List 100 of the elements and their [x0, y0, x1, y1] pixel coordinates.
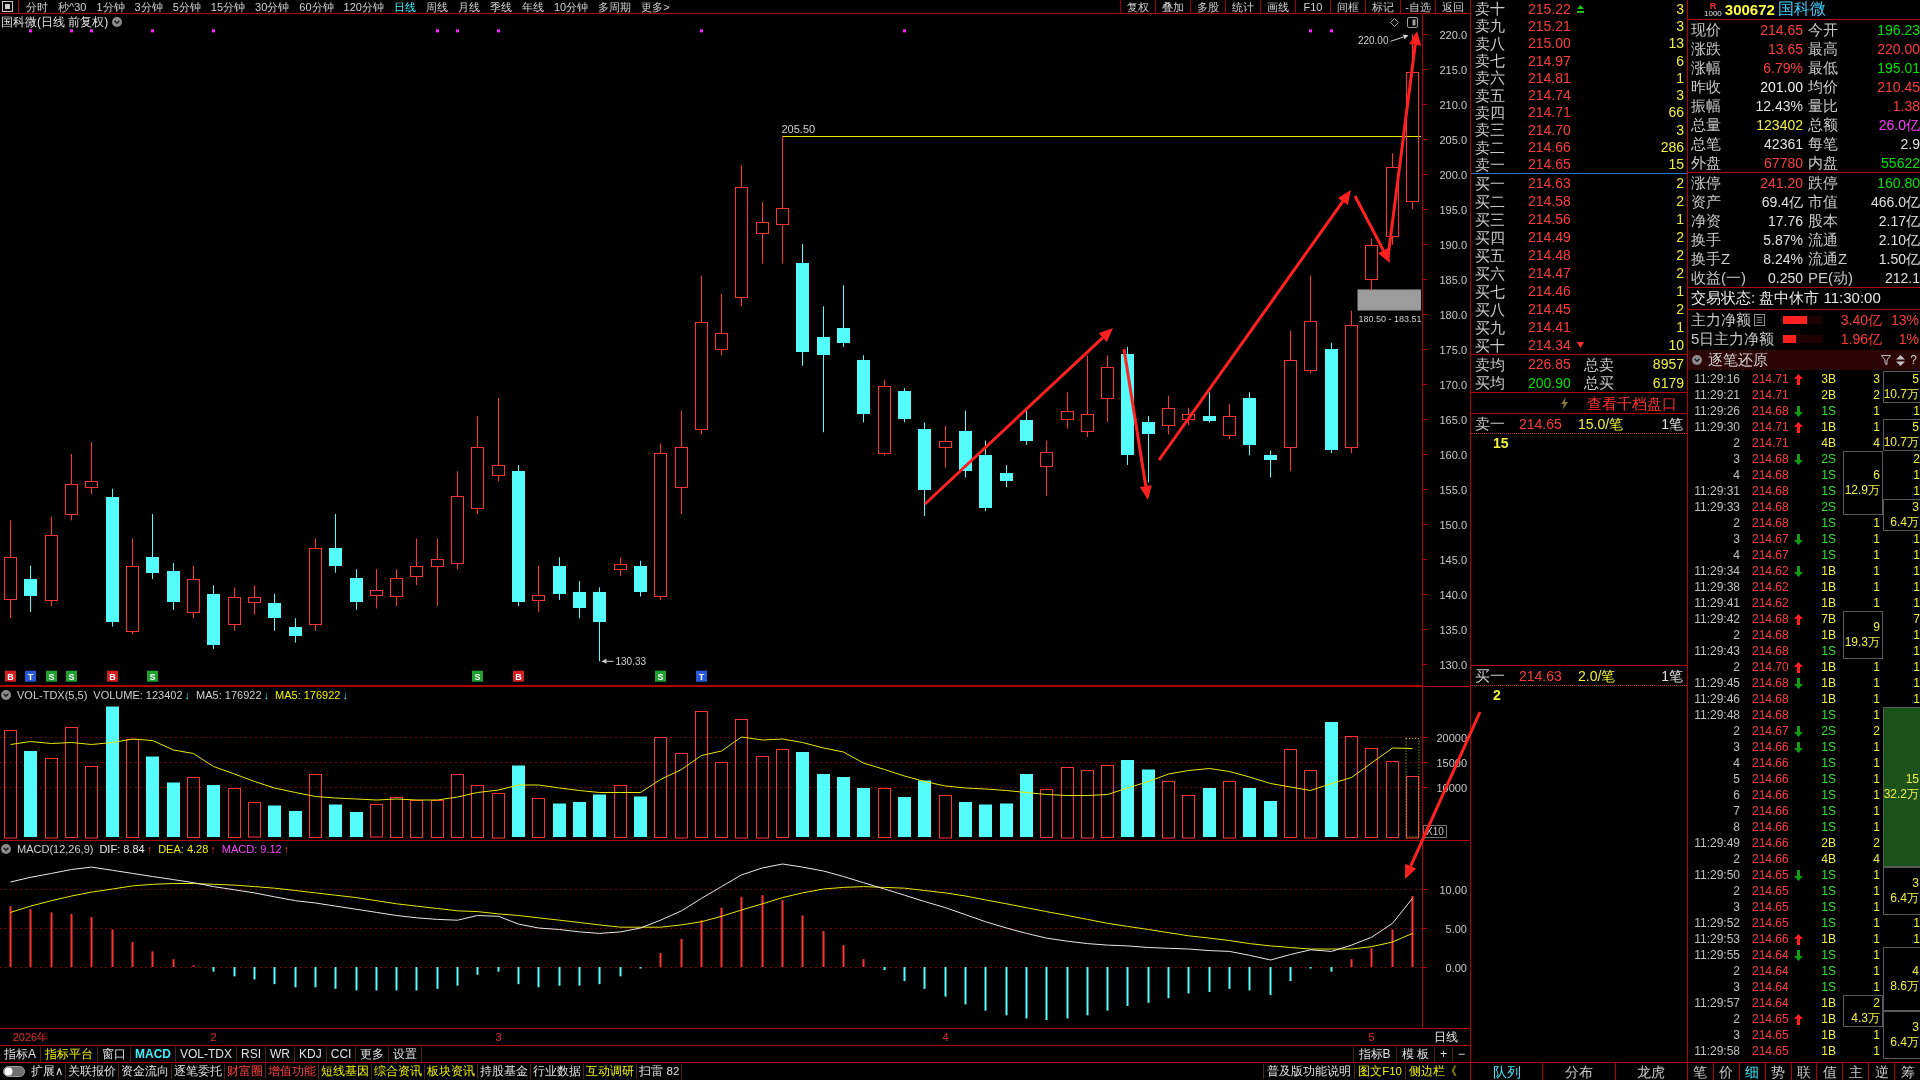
toolbar-button[interactable]: F10 [1303, 0, 1323, 13]
indicator-tab[interactable]: CCI [330, 1046, 352, 1062]
toolbar-button[interactable]: 返回 [1442, 0, 1464, 13]
panel-tab[interactable]: 细 [1739, 1063, 1766, 1080]
indicator-tab[interactable]: 设置 [393, 1046, 418, 1062]
tick-count: 1 [1912, 675, 1920, 691]
toolbar-button[interactable]: 画线 [1267, 0, 1289, 13]
toggle-switch[interactable] [3, 1066, 25, 1077]
period-tab[interactable]: 120分钟 [338, 0, 389, 13]
indicator-tab[interactable]: WR [270, 1046, 291, 1062]
toolbar-button[interactable]: 叠加 [1162, 0, 1184, 13]
candle-body [817, 337, 830, 355]
candle-wick [1148, 415, 1149, 483]
date-label: 4 [942, 1031, 949, 1043]
order-price: 215.22 [1528, 1, 1572, 16]
period-tab[interactable]: 多周期 [593, 0, 637, 13]
chevron-circle-icon[interactable] [1, 690, 11, 700]
panel-tab[interactable]: 逆 [1869, 1063, 1896, 1080]
tick-price: 214.68 [1752, 499, 1790, 515]
period-tab[interactable]: 季线 [484, 0, 517, 13]
tick-count: 1 [1872, 947, 1881, 963]
period-tab[interactable]: 1分钟 [91, 0, 130, 13]
indicator-tab[interactable]: 更多 [360, 1046, 385, 1062]
toolbar-button[interactable]: 统计 [1232, 0, 1254, 13]
panel-tab[interactable]: 龙虎 [1615, 1063, 1687, 1080]
toolbar-button[interactable]: 复权 [1127, 0, 1149, 13]
function-button[interactable]: 资金流向 [121, 1064, 170, 1079]
window-icon[interactable] [1407, 17, 1418, 28]
period-tab[interactable]: 15分钟 [205, 0, 251, 13]
signal-letter: B [515, 671, 522, 682]
chevron-circle-icon[interactable] [1, 844, 11, 854]
toolbar-button[interactable]: -自选 [1405, 0, 1431, 13]
indicator-button[interactable]: 指标B [1358, 1046, 1391, 1062]
indicator-tab[interactable]: RSI [241, 1046, 262, 1062]
indicator-tab[interactable]: 窗口 [102, 1046, 126, 1062]
tick-price: 214.70 [1752, 659, 1790, 675]
panel-tab[interactable]: 队列 [1471, 1063, 1544, 1080]
panel-tab[interactable]: 价 [1713, 1063, 1740, 1080]
period-tab[interactable]: 3分钟 [129, 0, 168, 13]
panel-tab[interactable]: 笔 [1688, 1063, 1714, 1080]
indicator-button[interactable]: − [1458, 1046, 1465, 1062]
toolbar-button[interactable]: 多股 [1197, 0, 1219, 13]
function-button[interactable]: 短线基因 [321, 1064, 370, 1079]
indicator-button[interactable]: + [1439, 1046, 1447, 1062]
indicator-tab[interactable]: KDJ [299, 1046, 322, 1062]
period-tab[interactable]: 30分钟 [250, 0, 295, 13]
panel-tab[interactable]: 筹 [1895, 1063, 1920, 1080]
indicator-button[interactable]: 模 板 [1401, 1046, 1429, 1062]
quote-label: 昨收 [1691, 79, 1722, 94]
square-icon[interactable] [2, 1, 13, 12]
function-button[interactable]: 板块资讯 [427, 1064, 476, 1079]
function-button[interactable]: 逐笔委托 [174, 1064, 223, 1079]
period-tab[interactable]: 60分钟 [294, 0, 339, 13]
indicator-tab[interactable]: VOL-TDX [180, 1046, 233, 1062]
tick-volume: 4B [1820, 435, 1837, 451]
depth-link[interactable]: 查看千档盘口 [1587, 394, 1677, 412]
function-button[interactable]: 增值功能 [268, 1064, 317, 1079]
period-tab[interactable]: 周线 [420, 0, 453, 13]
chevron-circle-icon[interactable] [112, 17, 123, 27]
candle-body [593, 592, 606, 622]
toolbar-button[interactable]: 间框 [1337, 0, 1359, 13]
toolbar-button[interactable]: 标记 [1372, 0, 1394, 13]
function-button[interactable]: 综合资讯 [374, 1064, 423, 1079]
function-button[interactable]: 扩展∧ [31, 1064, 64, 1079]
scroll-up-icon[interactable] [1576, 4, 1584, 13]
period-tab[interactable]: 更多> [636, 0, 675, 13]
function-button[interactable]: 财富圈 [227, 1064, 264, 1079]
function-button[interactable]: 行业数据 [533, 1064, 582, 1079]
period-tab[interactable]: 年线 [516, 0, 549, 13]
indicator-tab[interactable]: 指标A [4, 1046, 36, 1062]
scroll-down-icon[interactable] [1576, 342, 1584, 348]
panel-tab[interactable]: 联 [1791, 1063, 1818, 1080]
function-button[interactable]: 关联报价 [68, 1064, 117, 1079]
function-button[interactable]: 扫雷 82 [639, 1064, 680, 1079]
diamond-icon[interactable] [1390, 18, 1399, 27]
function-button[interactable]: 图文F10 [1358, 1064, 1402, 1079]
panel-tab[interactable]: 势 [1765, 1063, 1792, 1080]
list-icon[interactable] [1754, 313, 1765, 326]
function-button[interactable]: 普及版功能说明 [1267, 1064, 1352, 1079]
panel-tab[interactable]: 值 [1817, 1063, 1844, 1080]
order-level-label: 买九 [1474, 319, 1506, 335]
period-tab[interactable]: 5分钟 [167, 0, 206, 13]
filter-icon[interactable] [1881, 355, 1892, 365]
quote-label: 总额 [1808, 117, 1839, 132]
help-button[interactable]: ? [1910, 353, 1917, 367]
period-tab[interactable]: 日线 [388, 0, 421, 13]
function-button[interactable]: 持股基金 [480, 1064, 529, 1079]
function-button[interactable]: 侧边栏《 [1409, 1064, 1457, 1079]
indicator-tab[interactable]: 指标平台 [45, 1046, 93, 1062]
period-tab[interactable]: 分时 [21, 0, 53, 13]
price-axis-label: 155.0 [1439, 483, 1467, 496]
function-button[interactable]: 互动调研 [586, 1064, 635, 1079]
sort-icon[interactable] [1896, 354, 1906, 366]
indicator-tab[interactable]: MACD [135, 1046, 171, 1062]
period-tab[interactable]: 10分钟 [548, 0, 594, 13]
period-tab[interactable]: 秒^30 [53, 0, 92, 13]
panel-tab[interactable]: 分布 [1543, 1063, 1616, 1080]
chevron-circle-icon[interactable] [1692, 355, 1702, 365]
period-tab[interactable]: 月线 [452, 0, 485, 13]
panel-tab[interactable]: 主 [1843, 1063, 1870, 1080]
